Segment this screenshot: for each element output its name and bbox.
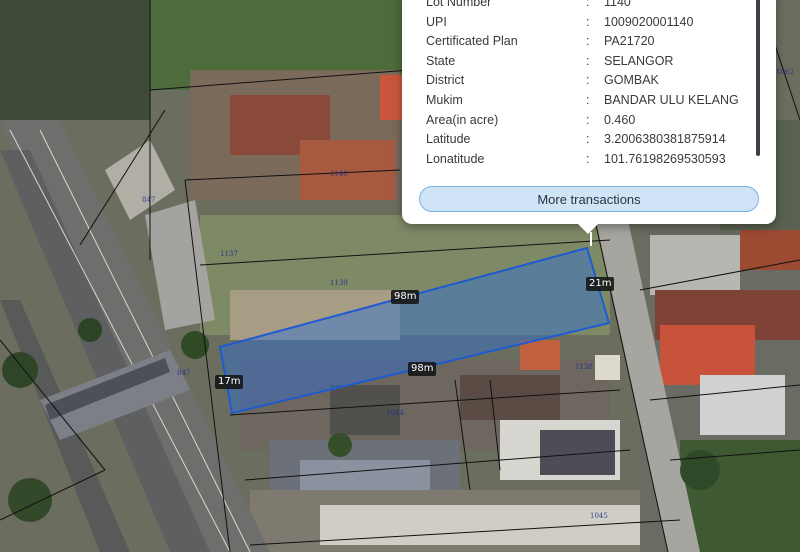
- info-separator: :: [586, 93, 590, 107]
- info-label: District: [426, 73, 465, 88]
- info-value: 1009020001140: [604, 14, 694, 29]
- more-transactions-button[interactable]: More transactions: [419, 186, 759, 212]
- info-value: PA21720: [604, 34, 655, 49]
- info-value: SELANGOR: [604, 53, 674, 68]
- popup-pointer: [578, 224, 598, 234]
- info-value: 3.2006380381875914: [604, 132, 726, 147]
- info-separator: :: [586, 73, 590, 88]
- info-label: State: [426, 53, 456, 68]
- info-separator: :: [586, 0, 590, 9]
- info-separator: :: [586, 14, 590, 29]
- lot-label: 1140: [330, 170, 348, 178]
- info-label: UPI: [426, 14, 447, 29]
- info-value: 1140: [604, 0, 631, 9]
- measurement-right: 21m: [586, 277, 615, 291]
- lot-info-popup: Lot Number:1140 UPI:1009020001140 Certific…: [402, 0, 776, 234]
- measurement-left: 17m: [215, 375, 244, 389]
- info-label: Certificated Plan: [426, 34, 518, 49]
- info-separator: :: [586, 112, 590, 127]
- lot-label: 1137: [220, 250, 238, 258]
- lot-label: 847: [142, 196, 156, 204]
- info-label: Area(in acre): [426, 112, 499, 127]
- lot-label: 1139: [330, 279, 348, 287]
- lot-label: 1062: [776, 68, 794, 76]
- info-label: Mukim: [426, 93, 463, 107]
- info-value: 101.76198269530593: [604, 151, 726, 166]
- info-label: Lot Number: [426, 0, 492, 9]
- info-separator: :: [586, 132, 590, 147]
- popup-scrollbar[interactable]: [756, 0, 760, 156]
- info-value: BANDAR ULU KELANG: [604, 93, 739, 107]
- measurement-top: 98m: [391, 290, 420, 304]
- lot-label: 1138: [575, 363, 593, 371]
- info-value: 0.460: [604, 112, 636, 127]
- info-separator: :: [586, 34, 590, 49]
- info-value: GOMBAK: [604, 73, 659, 88]
- info-separator: :: [586, 53, 590, 68]
- lot-label: 1045: [590, 512, 608, 520]
- info-separator: :: [586, 151, 590, 166]
- measurement-bottom: 98m: [408, 362, 437, 376]
- info-label: Latitude: [426, 132, 471, 147]
- info-label: Lonatitude: [426, 151, 485, 166]
- lot-label: 1044: [386, 409, 404, 417]
- lot-label: 847: [177, 369, 191, 377]
